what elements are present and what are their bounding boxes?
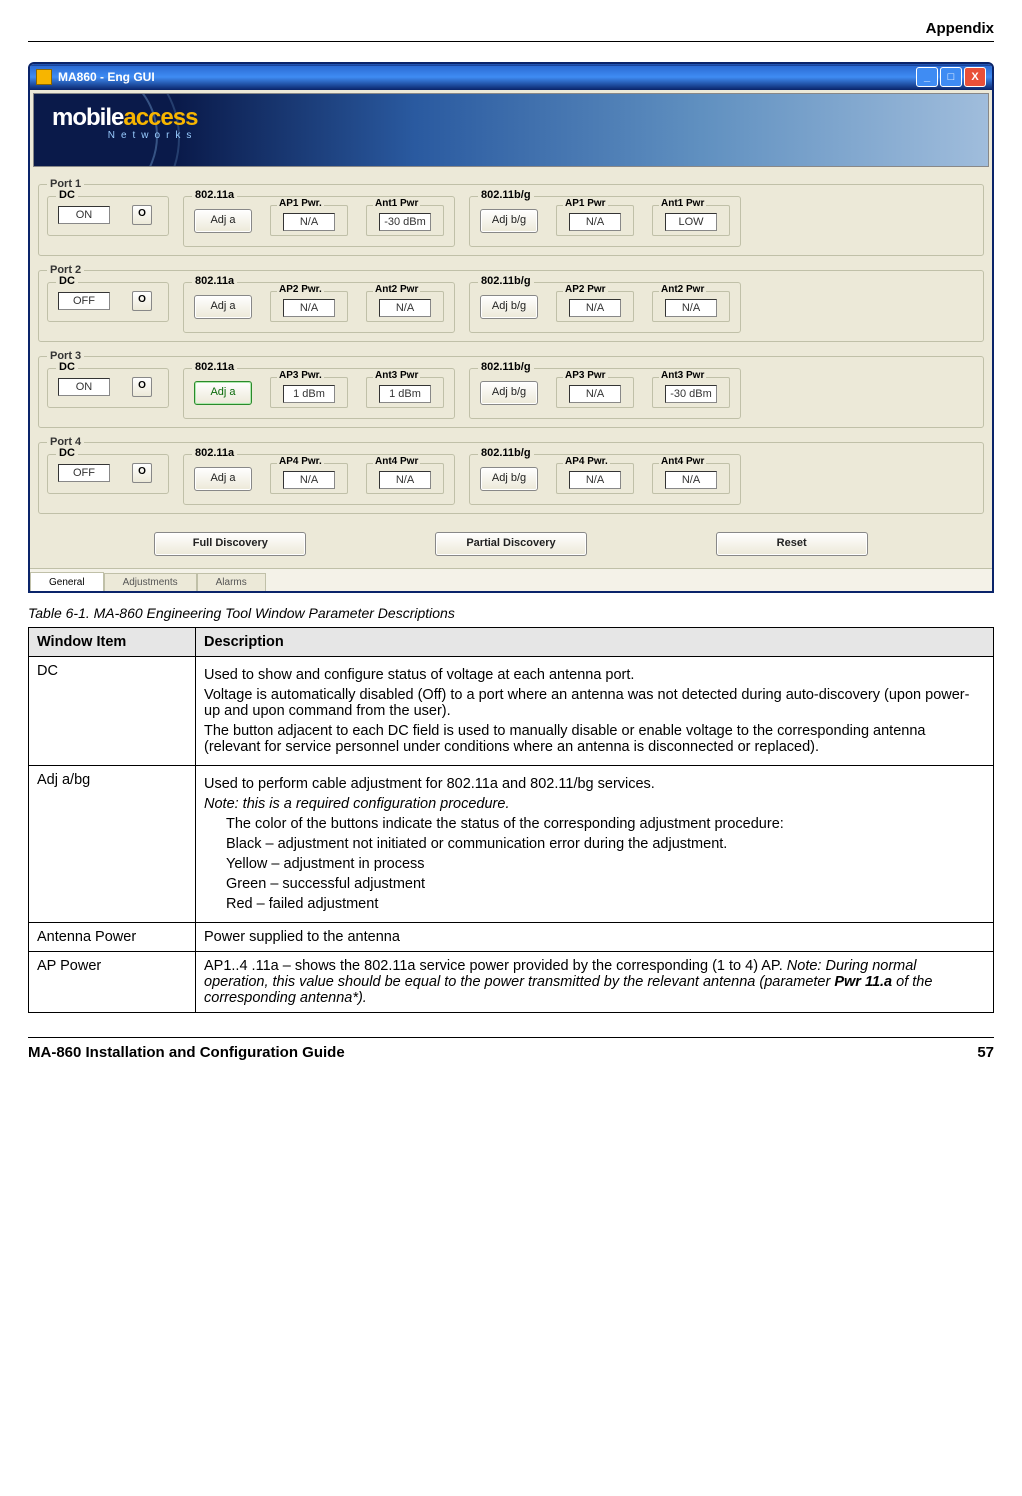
footer-right: 57: [977, 1044, 994, 1061]
80211a-group: 802.11aAdj aAP3 Pwr.1 dBmAnt3 Pwr1 dBm: [183, 368, 455, 419]
dc-toggle-button[interactable]: O: [132, 463, 152, 483]
ap-a-value: 1 dBm: [283, 385, 335, 403]
adj-a-button[interactable]: Adj a: [194, 295, 252, 319]
window-title: MA860 - Eng GUI: [58, 70, 155, 84]
app-window: MA860 - Eng GUI _ □ X mobileaccess Netwo…: [28, 62, 994, 593]
ant-bg-value: LOW: [665, 213, 717, 231]
dc-group: DCOFFO: [47, 454, 169, 494]
partial-discovery-button[interactable]: Partial Discovery: [435, 532, 587, 556]
adj-bg-button[interactable]: Adj b/g: [480, 381, 538, 405]
ap-a-value: N/A: [283, 299, 335, 317]
ap-bg-value: N/A: [569, 385, 621, 403]
dc-group: DCONO: [47, 368, 169, 408]
dc-value: ON: [58, 206, 110, 224]
adj-bg-button[interactable]: Adj b/g: [480, 467, 538, 491]
80211bg-group: 802.11b/gAdj b/gAP4 Pwr.N/AAnt4 PwrN/A: [469, 454, 741, 505]
page-header: Appendix: [28, 20, 994, 42]
ap-a-value: N/A: [283, 471, 335, 489]
ap-bg-value: N/A: [569, 213, 621, 231]
80211a-group: 802.11aAdj aAP2 Pwr.N/AAnt2 PwrN/A: [183, 282, 455, 333]
description-table: Window Item Description DC Used to show …: [28, 627, 994, 1013]
adj-a-button[interactable]: Adj a: [194, 381, 252, 405]
banner: mobileaccess Networks: [33, 93, 989, 167]
titlebar: MA860 - Eng GUI _ □ X: [30, 64, 992, 90]
page-footer: MA-860 Installation and Configuration Gu…: [28, 1037, 994, 1061]
ant-a-value: 1 dBm: [379, 385, 431, 403]
80211bg-group: 802.11b/gAdj b/gAP3 PwrN/AAnt3 Pwr-30 dB…: [469, 368, 741, 419]
ap-bg-value: N/A: [569, 471, 621, 489]
80211bg-group: 802.11b/gAdj b/gAP1 PwrN/AAnt1 PwrLOW: [469, 196, 741, 247]
tab-alarms[interactable]: Alarms: [197, 573, 266, 591]
dc-toggle-button[interactable]: O: [132, 205, 152, 225]
ap-bg-value: N/A: [569, 299, 621, 317]
port-4-fieldset: Port 4DCOFFO802.11aAdj aAP4 Pwr.N/AAnt4 …: [38, 436, 984, 514]
80211a-group: 802.11aAdj aAP4 Pwr.N/AAnt4 PwrN/A: [183, 454, 455, 505]
close-button[interactable]: X: [964, 67, 986, 87]
ant-bg-value: -30 dBm: [665, 385, 717, 403]
th-item: Window Item: [29, 628, 196, 657]
port-3-fieldset: Port 3DCONO802.11aAdj aAP3 Pwr.1 dBmAnt3…: [38, 350, 984, 428]
80211bg-group: 802.11b/gAdj b/gAP2 PwrN/AAnt2 PwrN/A: [469, 282, 741, 333]
footer-left: MA-860 Installation and Configuration Gu…: [28, 1044, 345, 1061]
adj-bg-button[interactable]: Adj b/g: [480, 209, 538, 233]
ant-bg-value: N/A: [665, 471, 717, 489]
dc-toggle-button[interactable]: O: [132, 291, 152, 311]
ap-a-value: N/A: [283, 213, 335, 231]
maximize-button[interactable]: □: [940, 67, 962, 87]
ant-a-value: N/A: [379, 471, 431, 489]
ant-a-value: N/A: [379, 299, 431, 317]
full-discovery-button[interactable]: Full Discovery: [154, 532, 306, 556]
tabs-bar: General Adjustments Alarms: [30, 568, 992, 591]
reset-button[interactable]: Reset: [716, 532, 868, 556]
dc-value: OFF: [58, 464, 110, 482]
dc-group: DCOFFO: [47, 282, 169, 322]
table-row: AP Power AP1..4 .11a – shows the 802.11a…: [29, 952, 994, 1013]
tab-adjustments[interactable]: Adjustments: [104, 573, 197, 591]
dc-toggle-button[interactable]: O: [132, 377, 152, 397]
ant-a-value: -30 dBm: [379, 213, 431, 231]
app-icon: [36, 69, 52, 85]
adj-a-button[interactable]: Adj a: [194, 209, 252, 233]
table-row: Antenna Power Power supplied to the ante…: [29, 923, 994, 952]
minimize-button[interactable]: _: [916, 67, 938, 87]
adj-a-button[interactable]: Adj a: [194, 467, 252, 491]
table-row: Adj a/bg Used to perform cable adjustmen…: [29, 766, 994, 923]
port-2-fieldset: Port 2DCOFFO802.11aAdj aAP2 Pwr.N/AAnt2 …: [38, 264, 984, 342]
port-1-fieldset: Port 1DCONO802.11aAdj aAP1 Pwr.N/AAnt1 P…: [38, 178, 984, 256]
table-row: DC Used to show and configure status of …: [29, 657, 994, 766]
80211a-group: 802.11aAdj aAP1 Pwr.N/AAnt1 Pwr-30 dBm: [183, 196, 455, 247]
dc-value: ON: [58, 378, 110, 396]
tab-general[interactable]: General: [30, 572, 104, 591]
table-caption: Table 6-1. MA-860 Engineering Tool Windo…: [28, 605, 994, 621]
dc-value: OFF: [58, 292, 110, 310]
dc-group: DCONO: [47, 196, 169, 236]
ant-bg-value: N/A: [665, 299, 717, 317]
th-desc: Description: [196, 628, 994, 657]
adj-bg-button[interactable]: Adj b/g: [480, 295, 538, 319]
